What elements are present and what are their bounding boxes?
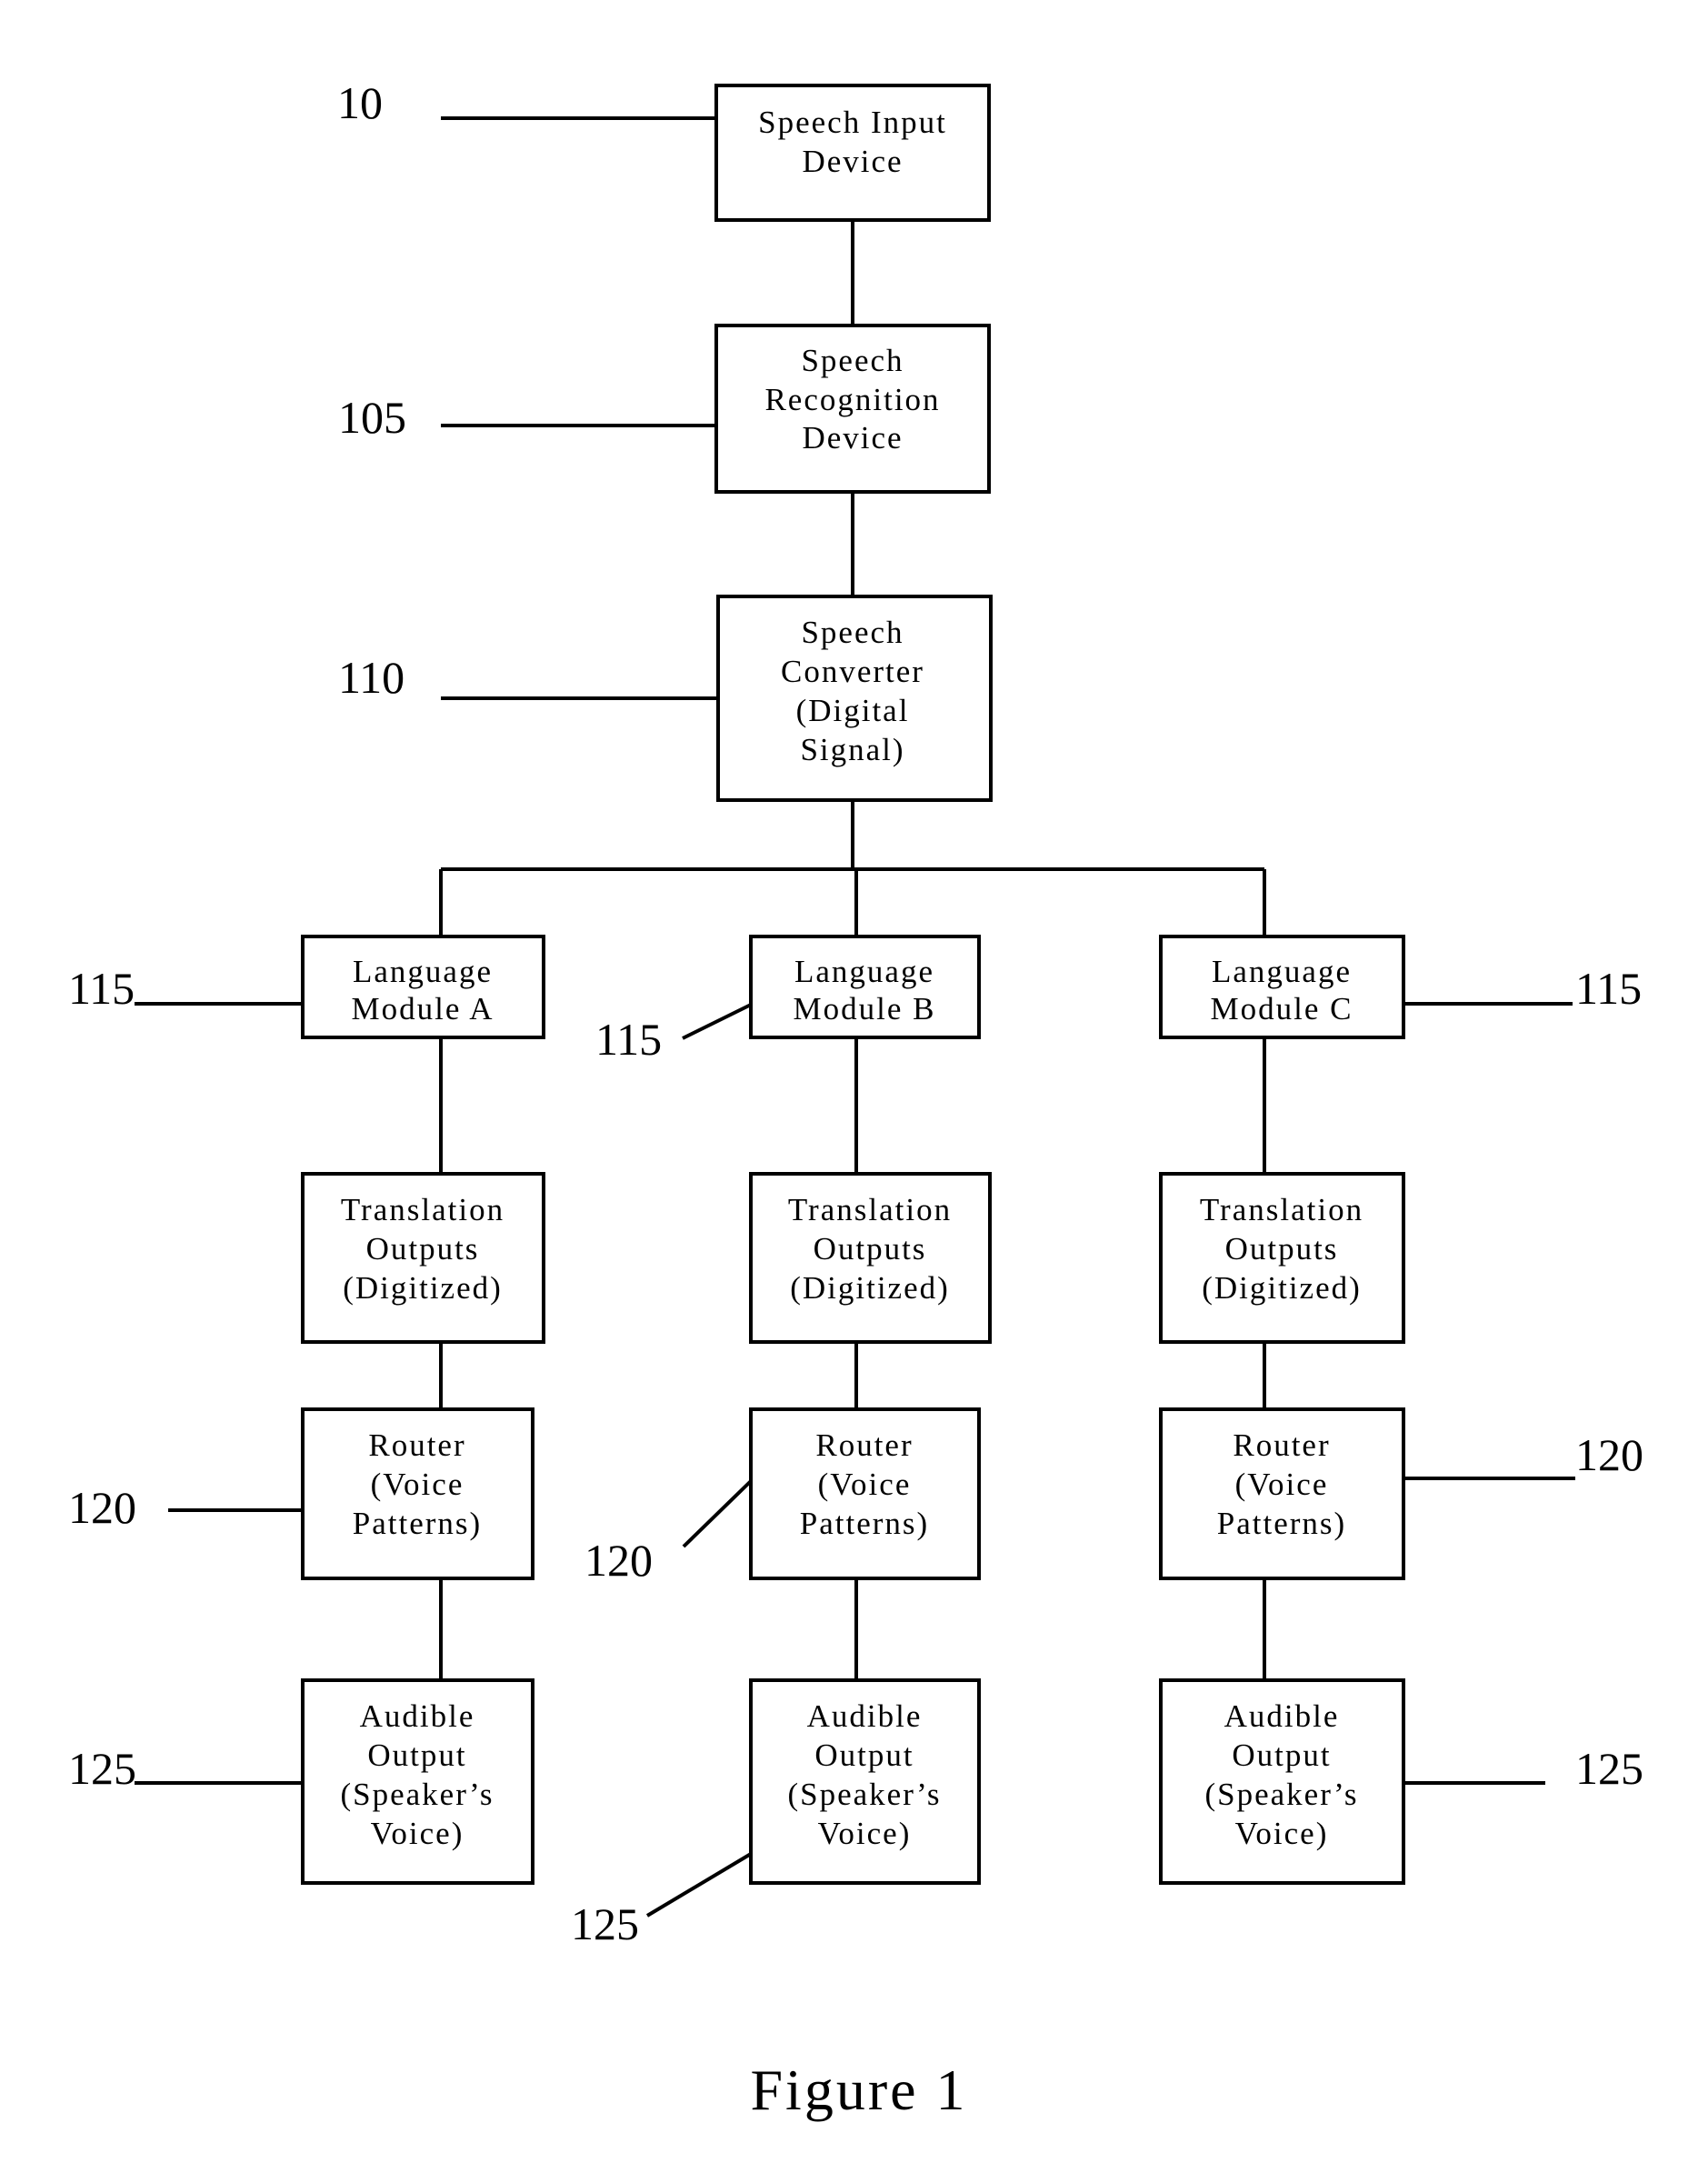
translation-outputs-b-block: Translation Outputs (Digitized) <box>749 1172 992 1344</box>
block-text-line: Recognition <box>764 382 940 417</box>
ref-label-115-b: 115 <box>595 1014 662 1065</box>
block-text-line: Audible <box>807 1698 923 1734</box>
block-text-line: Translation <box>788 1192 952 1227</box>
block-text-line: Signal) <box>800 732 904 767</box>
block-text-line: (Digital <box>796 693 910 728</box>
ref-label-10: 10 <box>337 77 383 128</box>
ref-label-120-c: 120 <box>1575 1429 1643 1480</box>
leader-125-b <box>645 1852 753 1918</box>
leader-115-b <box>682 1003 752 1040</box>
block-text-line: (Speaker’s <box>787 1777 941 1812</box>
block-text-line: Language <box>353 954 493 989</box>
ref-label-105: 105 <box>338 392 406 443</box>
block-text-line: Patterns) <box>1217 1506 1346 1541</box>
block-text-line: Router <box>368 1427 465 1463</box>
language-module-a-block: Language Module A <box>301 935 545 1039</box>
block-text-line: Voice) <box>371 1816 464 1851</box>
block-text-line: Voice) <box>1235 1816 1329 1851</box>
block-text-line: Device <box>802 144 903 179</box>
block-text-line: Outputs <box>1225 1231 1339 1267</box>
block-text-line: Output <box>814 1737 914 1773</box>
block-text-line: (Digitized) <box>790 1270 950 1306</box>
block-text-line: Module B <box>794 991 936 1026</box>
ref-label-120-b: 120 <box>584 1535 653 1586</box>
ref-label-125-a: 125 <box>68 1743 136 1794</box>
block-text-line: Speech Input <box>758 105 947 140</box>
block-text-line: Outputs <box>366 1231 480 1267</box>
ref-label-115-a: 115 <box>68 963 135 1014</box>
leader-120-b <box>682 1479 753 1548</box>
block-text-line: Device <box>802 420 903 456</box>
ref-label-125-b: 125 <box>571 1898 639 1949</box>
figure-caption: Figure 1 <box>750 2058 967 2122</box>
ref-label-115-c: 115 <box>1575 963 1642 1014</box>
block-text-line: Router <box>815 1427 913 1463</box>
language-module-b-block: Language Module B <box>749 935 981 1039</box>
router-c-block: Router (Voice Patterns) <box>1159 1407 1405 1580</box>
speech-input-device-block: Speech Input Device <box>714 84 991 222</box>
block-text-line: (Digitized) <box>1202 1270 1362 1306</box>
block-text-line: Patterns) <box>800 1506 929 1541</box>
block-text-line: Output <box>1232 1737 1331 1773</box>
block-text-line: Language <box>1212 954 1352 989</box>
block-text-line: Router <box>1233 1427 1330 1463</box>
block-text-line: Speech <box>801 615 904 650</box>
ref-label-125-c: 125 <box>1575 1743 1643 1794</box>
translation-outputs-c-block: Translation Outputs (Digitized) <box>1159 1172 1405 1344</box>
block-text-line: Translation <box>1200 1192 1363 1227</box>
router-b-block: Router (Voice Patterns) <box>749 1407 981 1580</box>
block-text-line: Audible <box>360 1698 475 1734</box>
audible-output-a-block: Audible Output (Speaker’s Voice) <box>301 1678 534 1885</box>
audible-output-c-block: Audible Output (Speaker’s Voice) <box>1159 1678 1405 1885</box>
block-text-line: Output <box>367 1737 466 1773</box>
block-text-line: Patterns) <box>353 1506 482 1541</box>
translation-outputs-a-block: Translation Outputs (Digitized) <box>301 1172 545 1344</box>
block-text-line: Speech <box>801 343 904 378</box>
block-text-line: Outputs <box>814 1231 927 1267</box>
block-text-line: Audible <box>1224 1698 1340 1734</box>
block-text-line: Module A <box>352 991 494 1026</box>
block-text-line: Voice) <box>818 1816 912 1851</box>
block-text-line: Translation <box>341 1192 504 1227</box>
speech-converter-block: Speech Converter (Digital Signal) <box>716 595 993 802</box>
speech-recognition-device-block: Speech Recognition Device <box>714 324 991 494</box>
audible-output-b-block: Audible Output (Speaker’s Voice) <box>749 1678 981 1885</box>
block-text-line: (Digitized) <box>343 1270 503 1306</box>
block-text-line: (Voice <box>1235 1467 1329 1502</box>
language-module-c-block: Language Module C <box>1159 935 1405 1039</box>
block-text-line: (Voice <box>371 1467 464 1502</box>
block-text-line: (Speaker’s <box>340 1777 494 1812</box>
block-text-line: Module C <box>1211 991 1353 1026</box>
block-text-line: Converter <box>781 654 924 689</box>
ref-label-120-a: 120 <box>68 1482 136 1533</box>
block-text-line: Language <box>794 954 934 989</box>
block-text-line: (Speaker’s <box>1204 1777 1358 1812</box>
router-a-block: Router (Voice Patterns) <box>301 1407 534 1580</box>
ref-label-110: 110 <box>338 652 405 703</box>
block-diagram: Speech Input Device 10 Speech Recognitio… <box>68 77 1643 2122</box>
block-text-line: (Voice <box>818 1467 912 1502</box>
